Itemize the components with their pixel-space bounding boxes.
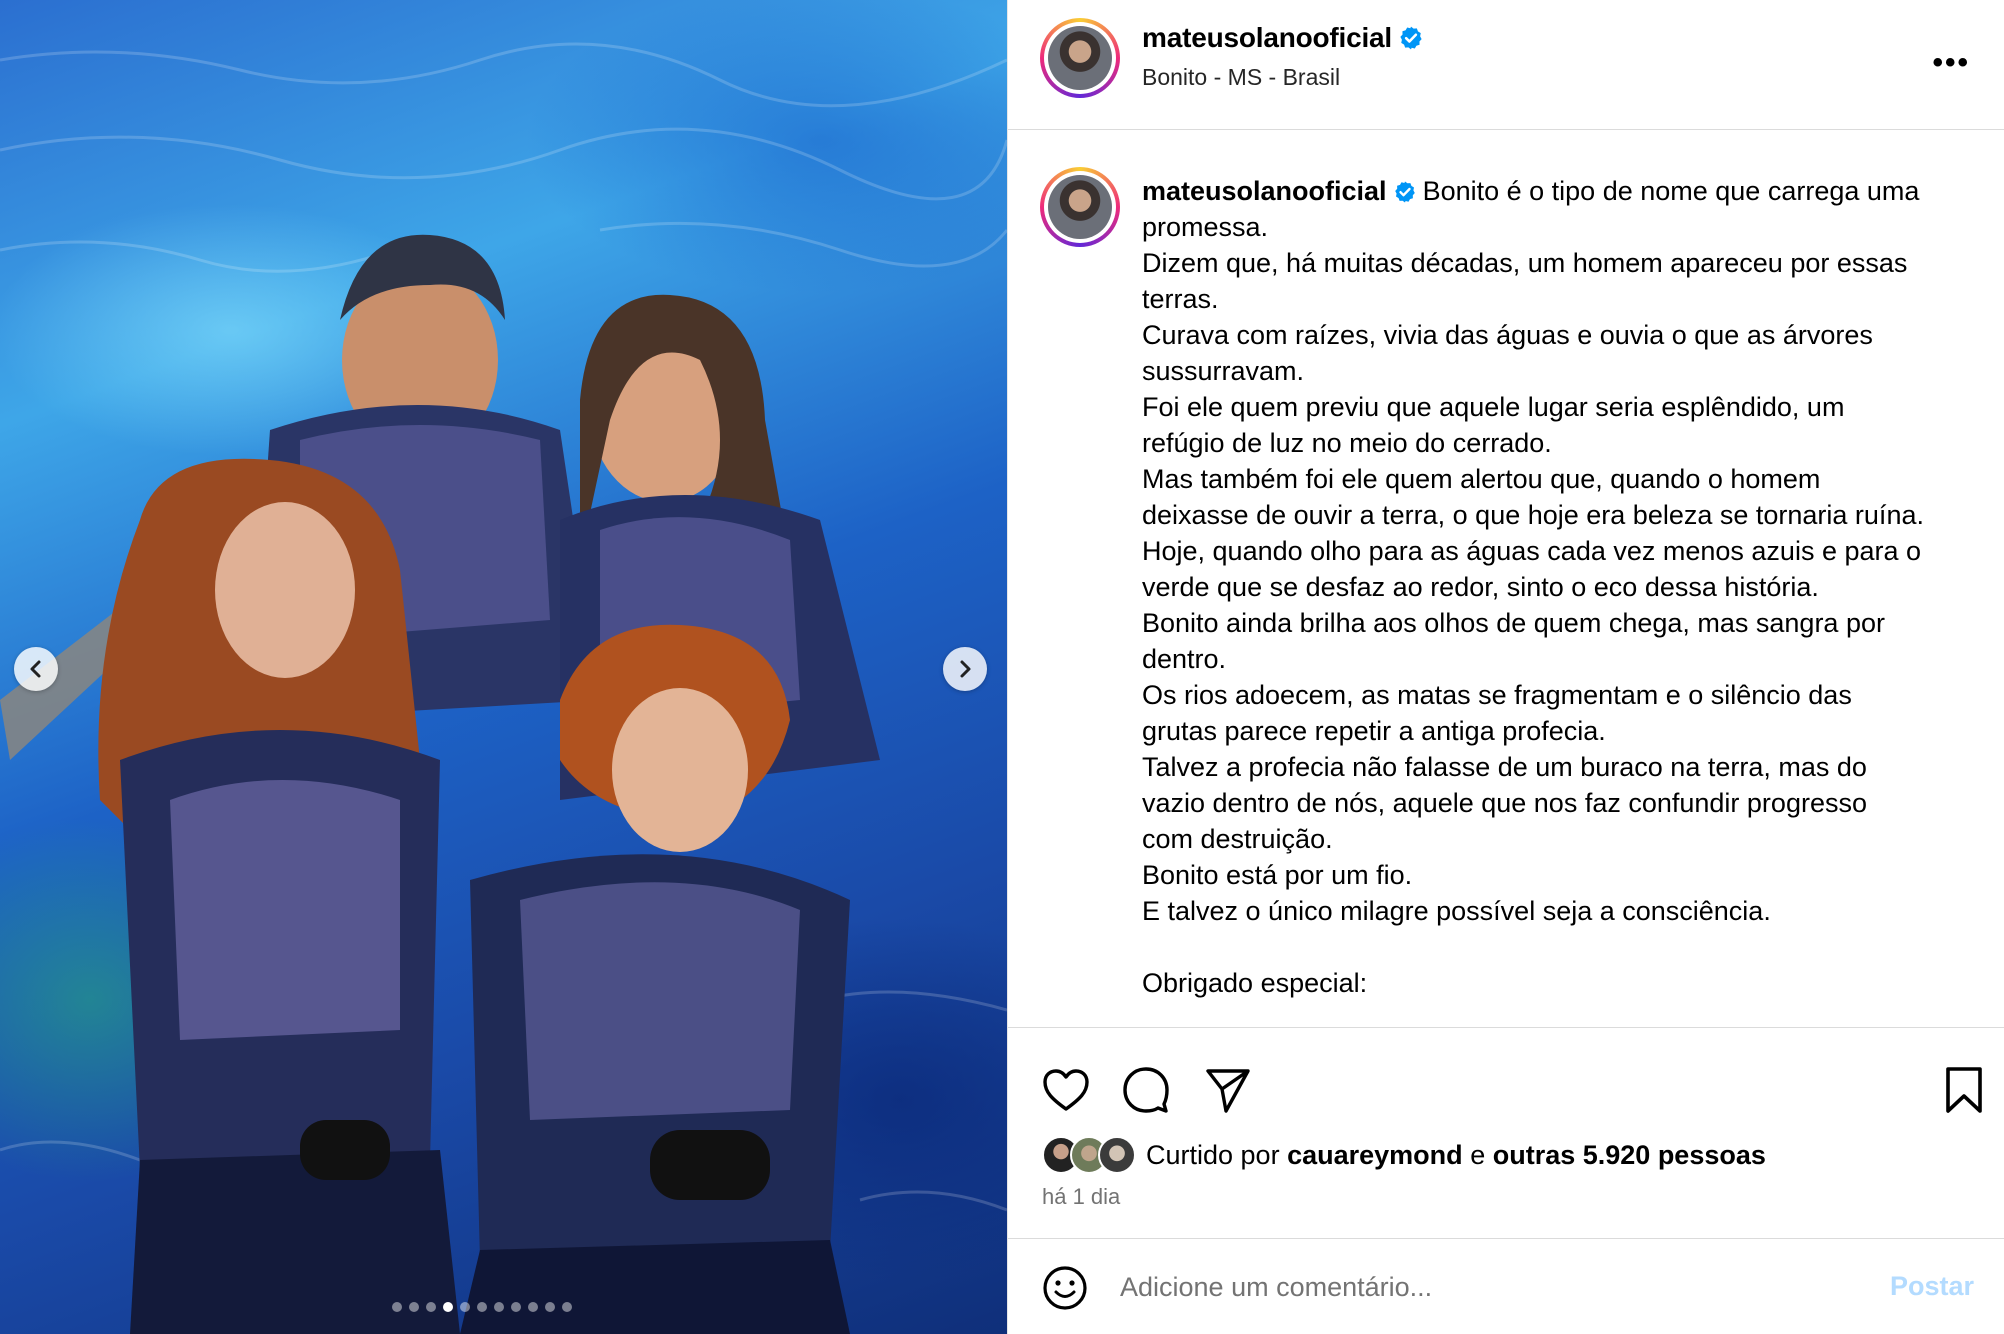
caption-line: vazio dentro de nós, aquele que nos faz …: [1142, 788, 1867, 818]
likes-prefix: Curtido por: [1146, 1139, 1280, 1170]
comment-form: Postar: [1008, 1238, 2004, 1334]
caption-line: com destruição.: [1142, 824, 1333, 854]
caption-line: deixasse de ouvir a terra, o que hoje er…: [1142, 500, 1924, 530]
caption-text: mateusolanooficial Bonito é o tipo de nom…: [1142, 173, 1988, 1001]
carousel-dot: [511, 1302, 521, 1312]
caption-line: Foi ele quem previu que aquele lugar ser…: [1142, 392, 1845, 422]
chevron-left-icon: [30, 660, 41, 678]
carousel-dot: [545, 1302, 555, 1312]
bookmark-icon[interactable]: [1944, 1066, 1984, 1114]
caption-line: verde que se desfaz ao redor, sinto o ec…: [1142, 572, 1819, 602]
carousel-dot: [562, 1302, 572, 1312]
caption-line: E talvez o único milagre possível seja a…: [1142, 896, 1771, 926]
caption-line: Os rios adoecem, as matas se fragmentam …: [1142, 680, 1852, 710]
verified-badge-icon: [1394, 181, 1415, 203]
likes-connector: e: [1470, 1139, 1486, 1170]
caption-line: terras.: [1142, 284, 1219, 314]
post-header: mateusolanooficial Bonito - MS - Brasil …: [1008, 0, 2004, 130]
liker-username[interactable]: cauareymond: [1287, 1140, 1463, 1171]
caption-line: [1142, 929, 1988, 965]
post-timestamp[interactable]: há 1 dia: [1042, 1184, 1120, 1210]
caption-line: promessa.: [1142, 212, 1269, 242]
caption-author-avatar[interactable]: [1040, 167, 1120, 247]
caption-line: Talvez a profecia não falasse de um bura…: [1142, 752, 1867, 782]
likes-summary[interactable]: Curtido por cauareymond e outras 5.920 p…: [1042, 1136, 1766, 1174]
post-side-panel: mateusolanooficial Bonito - MS - Brasil …: [1007, 0, 2004, 1334]
carousel-dot: [443, 1302, 453, 1312]
emoji-icon[interactable]: [1042, 1265, 1088, 1311]
post-actions: Curtido por cauareymond e outras 5.920 p…: [1008, 1027, 2004, 1237]
liker-avatar: [1098, 1136, 1136, 1174]
caption-section: mateusolanooficial Bonito é o tipo de nom…: [1008, 131, 2004, 1027]
carousel-dot: [460, 1302, 470, 1312]
likes-others-count[interactable]: outras 5.920 pessoas: [1493, 1140, 1766, 1171]
author-username[interactable]: mateusolanooficial: [1142, 22, 1392, 53]
caption-line: Bonito está por um fio.: [1142, 860, 1413, 890]
liker-avatars: [1042, 1136, 1136, 1174]
more-options-icon[interactable]: •••: [1932, 46, 1970, 80]
caption-line: Bonito ainda brilha aos olhos de quem ch…: [1142, 608, 1885, 638]
caption-username[interactable]: mateusolanooficial: [1142, 176, 1387, 206]
caption-first-line: Bonito é o tipo de nome que carrega uma: [1422, 176, 1920, 206]
comment-icon[interactable]: [1122, 1066, 1170, 1114]
caption-line: dentro.: [1142, 644, 1227, 674]
heart-icon[interactable]: [1042, 1068, 1090, 1112]
comment-input[interactable]: [1120, 1267, 1820, 1307]
caption-line: Mas também foi ele quem alertou que, qua…: [1142, 464, 1821, 494]
carousel-dot: [528, 1302, 538, 1312]
next-image-button[interactable]: [943, 647, 987, 691]
post-location[interactable]: Bonito - MS - Brasil: [1142, 64, 1424, 91]
share-icon[interactable]: [1204, 1066, 1252, 1114]
author-avatar[interactable]: [1040, 18, 1120, 98]
verified-badge-icon: [1400, 26, 1422, 50]
carousel-dot: [494, 1302, 504, 1312]
caption-line: Dizem que, há muitas décadas, um homem a…: [1142, 248, 1908, 278]
caption-line: refúgio de luz no meio do cerrado.: [1142, 428, 1552, 458]
carousel-indicator: [392, 1302, 572, 1312]
carousel-dot: [409, 1302, 419, 1312]
caption-line: Obrigado especial:: [1142, 968, 1368, 998]
caption-line: sussurravam.: [1142, 356, 1305, 386]
photo-illustration: [0, 42, 1007, 1334]
caption-body: promessa. Dizem que, há muitas décadas, u…: [1142, 209, 1988, 1001]
carousel-dot: [392, 1302, 402, 1312]
chevron-right-icon: [960, 660, 971, 678]
carousel-dot: [426, 1302, 436, 1312]
previous-image-button[interactable]: [14, 647, 58, 691]
carousel-dot: [477, 1302, 487, 1312]
caption-line: Hoje, quando olho para as águas cada vez…: [1142, 536, 1922, 566]
post-photo[interactable]: [0, 0, 1007, 1334]
caption-line: grutas parece repetir a antiga profecia.: [1142, 716, 1606, 746]
caption-line: Curava com raízes, vivia das águas e ouv…: [1142, 320, 1873, 350]
post-comment-button[interactable]: Postar: [1890, 1271, 1974, 1302]
